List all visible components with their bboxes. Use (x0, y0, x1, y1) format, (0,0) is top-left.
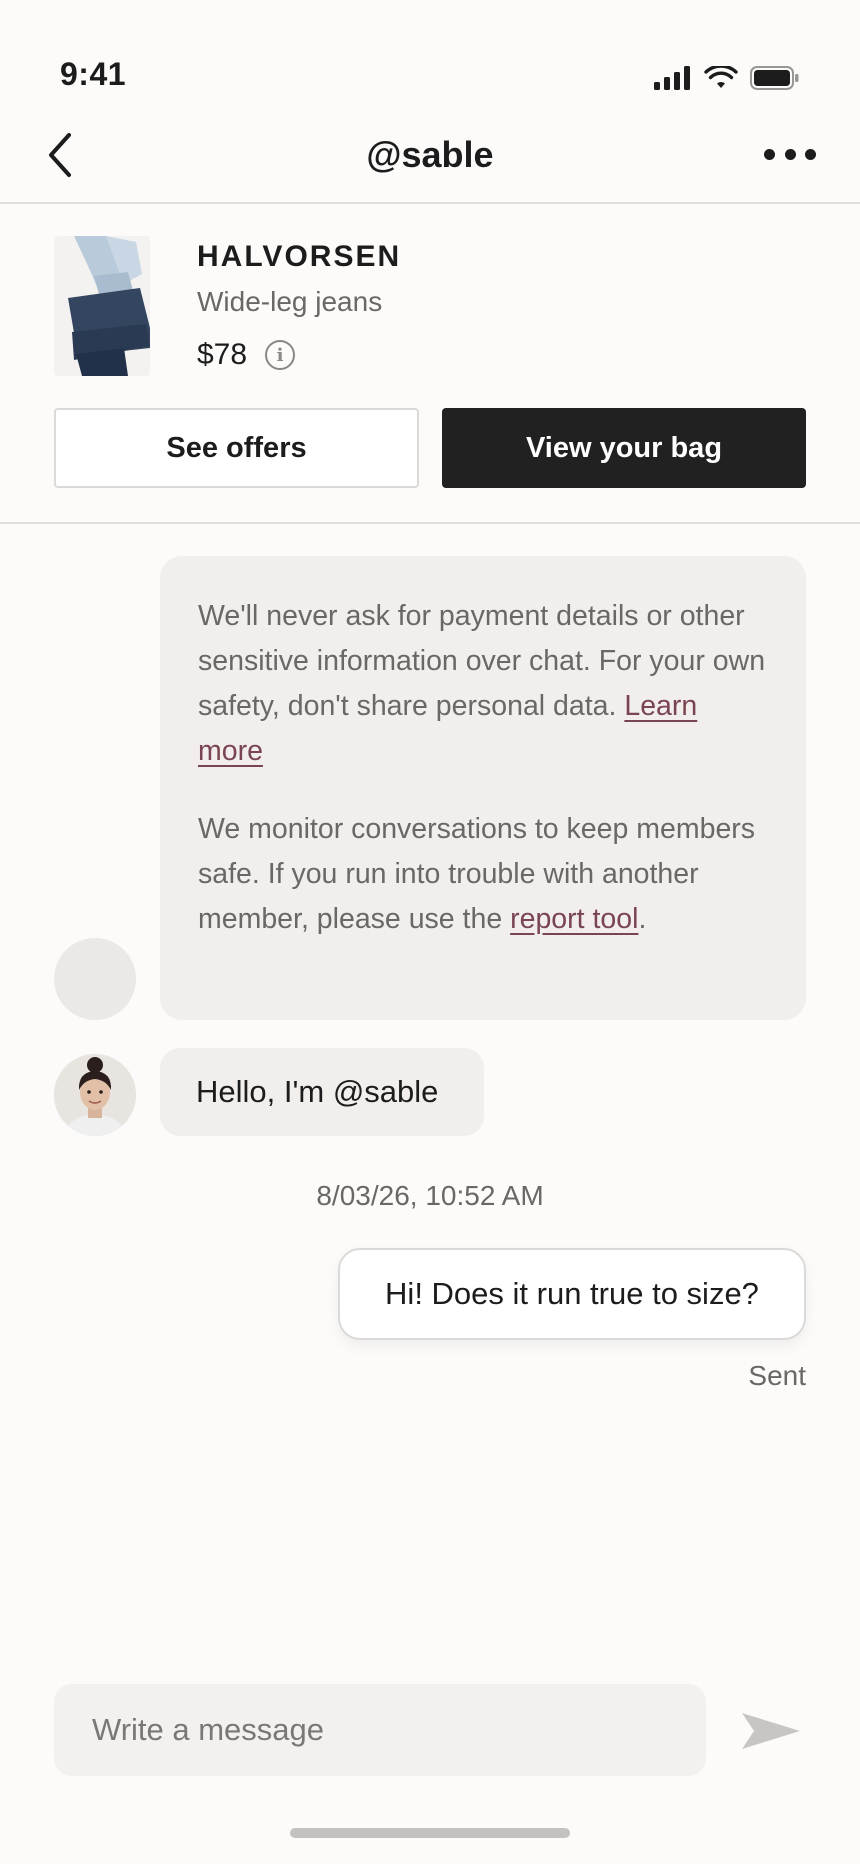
page-title: @sable (366, 134, 494, 175)
home-indicator (290, 1828, 570, 1838)
user-photo-icon (54, 1054, 136, 1136)
notice-text: . (638, 903, 647, 935)
price-row: $78 i (197, 338, 296, 372)
info-icon[interactable]: i (265, 340, 296, 370)
battery-icon (750, 66, 799, 90)
jeans-image-icon (54, 236, 150, 376)
message-status: Sent (748, 1360, 806, 1391)
incoming-message-text: Hello, I'm @sable (196, 1074, 439, 1109)
notice-paragraph: We'll never ask for payment details or o… (198, 594, 770, 774)
outgoing-message-bubble: Hi! Does it run true to size? (338, 1248, 806, 1340)
product-thumbnail[interactable] (54, 236, 150, 376)
system-avatar (54, 938, 136, 1020)
see-offers-button[interactable]: See offers (54, 408, 419, 488)
notice-paragraph: We monitor conversations to keep members… (198, 807, 770, 942)
more-dots-icon (764, 148, 775, 160)
outgoing-message-text: Hi! Does it run true to size? (385, 1276, 759, 1311)
product-card: HALVORSEN Wide-leg jeans $78 i See offer… (0, 204, 860, 524)
send-button[interactable] (738, 1706, 804, 1756)
avatar[interactable] (54, 1054, 136, 1136)
message-timestamp: 8/03/26, 10:52 AM (316, 1180, 544, 1211)
report-tool-link[interactable]: report tool (510, 903, 638, 935)
status-time: 9:41 (60, 56, 127, 92)
product-brand: HALVORSEN (197, 240, 402, 273)
status-bar: 9:41 (0, 0, 860, 110)
signal-icon (654, 66, 690, 90)
more-dots-icon (784, 148, 796, 160)
wifi-icon (704, 66, 738, 88)
product-price: $78 (197, 338, 248, 371)
notice-text: We monitor conversations to keep members… (198, 813, 756, 935)
view-bag-button[interactable]: View your bag (442, 408, 806, 488)
send-icon (742, 1713, 800, 1749)
more-dots-icon (805, 148, 816, 160)
more-options-button[interactable] (764, 142, 816, 166)
safety-notice-bubble: We'll never ask for payment details or o… (160, 556, 806, 1020)
incoming-message-bubble: Hello, I'm @sable (160, 1048, 484, 1136)
nav-bar: @sable (0, 110, 860, 204)
product-name: Wide-leg jeans (197, 286, 383, 317)
message-input[interactable] (54, 1684, 706, 1776)
message-composer (54, 1684, 706, 1776)
status-icons (654, 66, 800, 90)
